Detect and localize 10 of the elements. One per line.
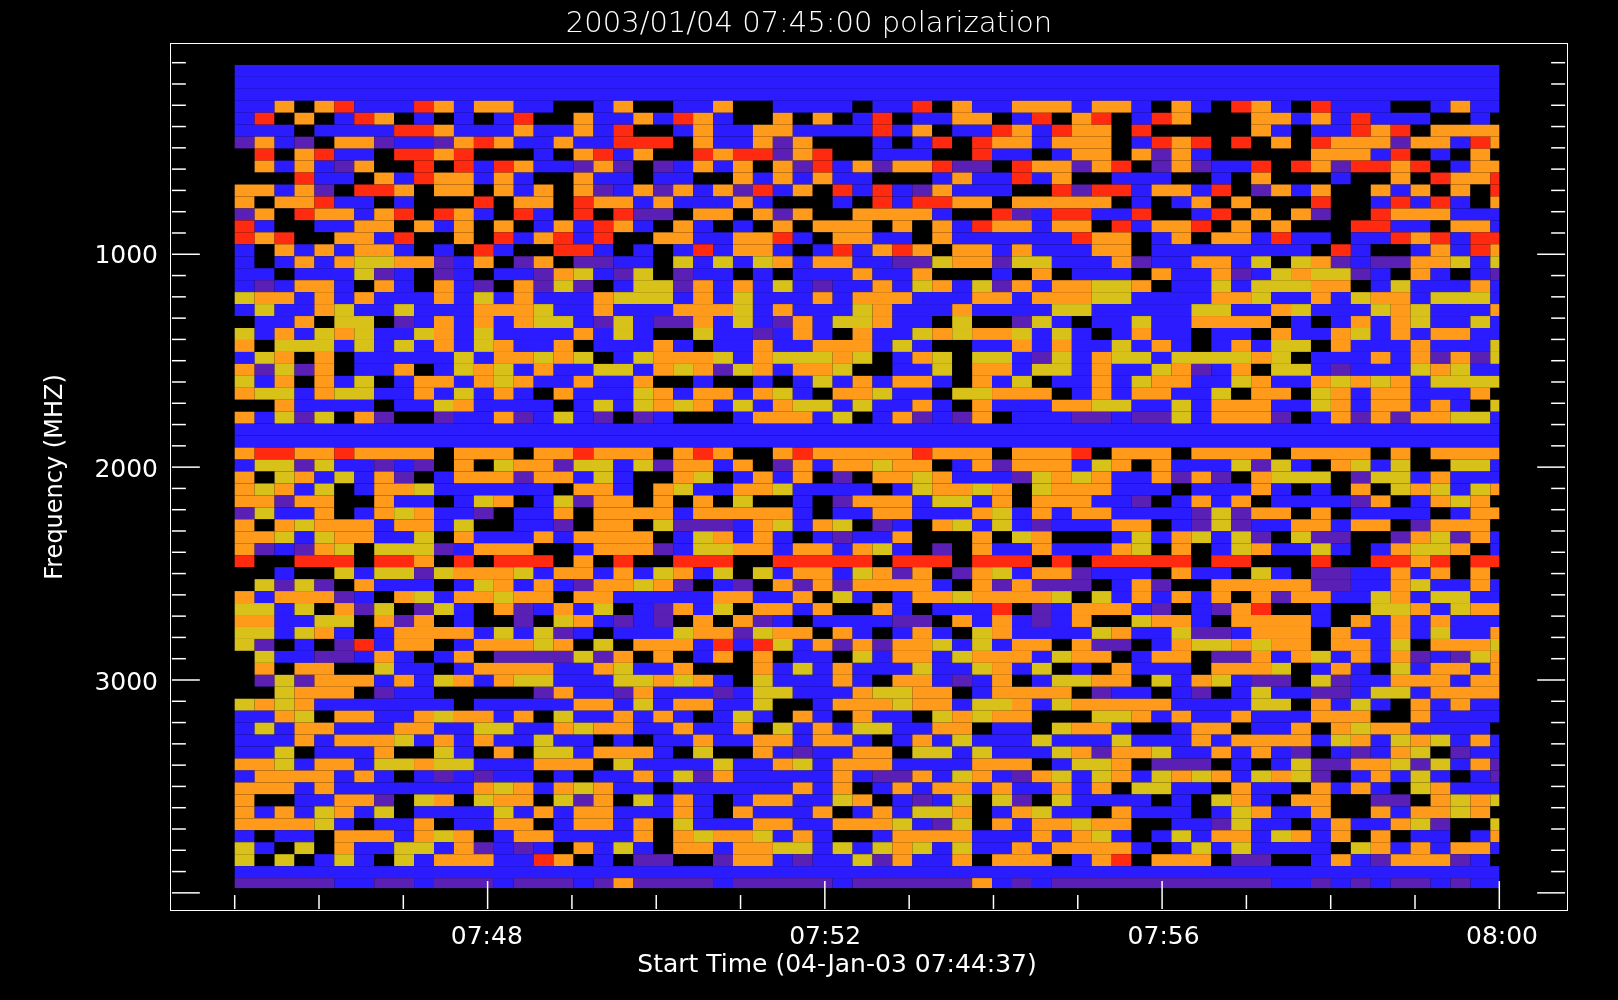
y-tick-label: 3000 — [94, 666, 158, 696]
y-axis-label: Frequency (MHZ) — [40, 374, 68, 580]
y-tick-label: 1000 — [94, 239, 158, 269]
plot-title: 2003/01/04 07:45:00 polarization — [565, 4, 1053, 39]
x-tick-label: 07:56 — [1127, 921, 1200, 950]
y-tick-label: 2000 — [94, 453, 158, 483]
x-tick-label: 08:00 — [1466, 921, 1538, 950]
x-tick-label: 07:48 — [450, 921, 523, 950]
x-tick-label: 07:52 — [789, 921, 862, 950]
x-axis-label: Start Time (04-Jan-03 07:44:37) — [637, 949, 1037, 978]
